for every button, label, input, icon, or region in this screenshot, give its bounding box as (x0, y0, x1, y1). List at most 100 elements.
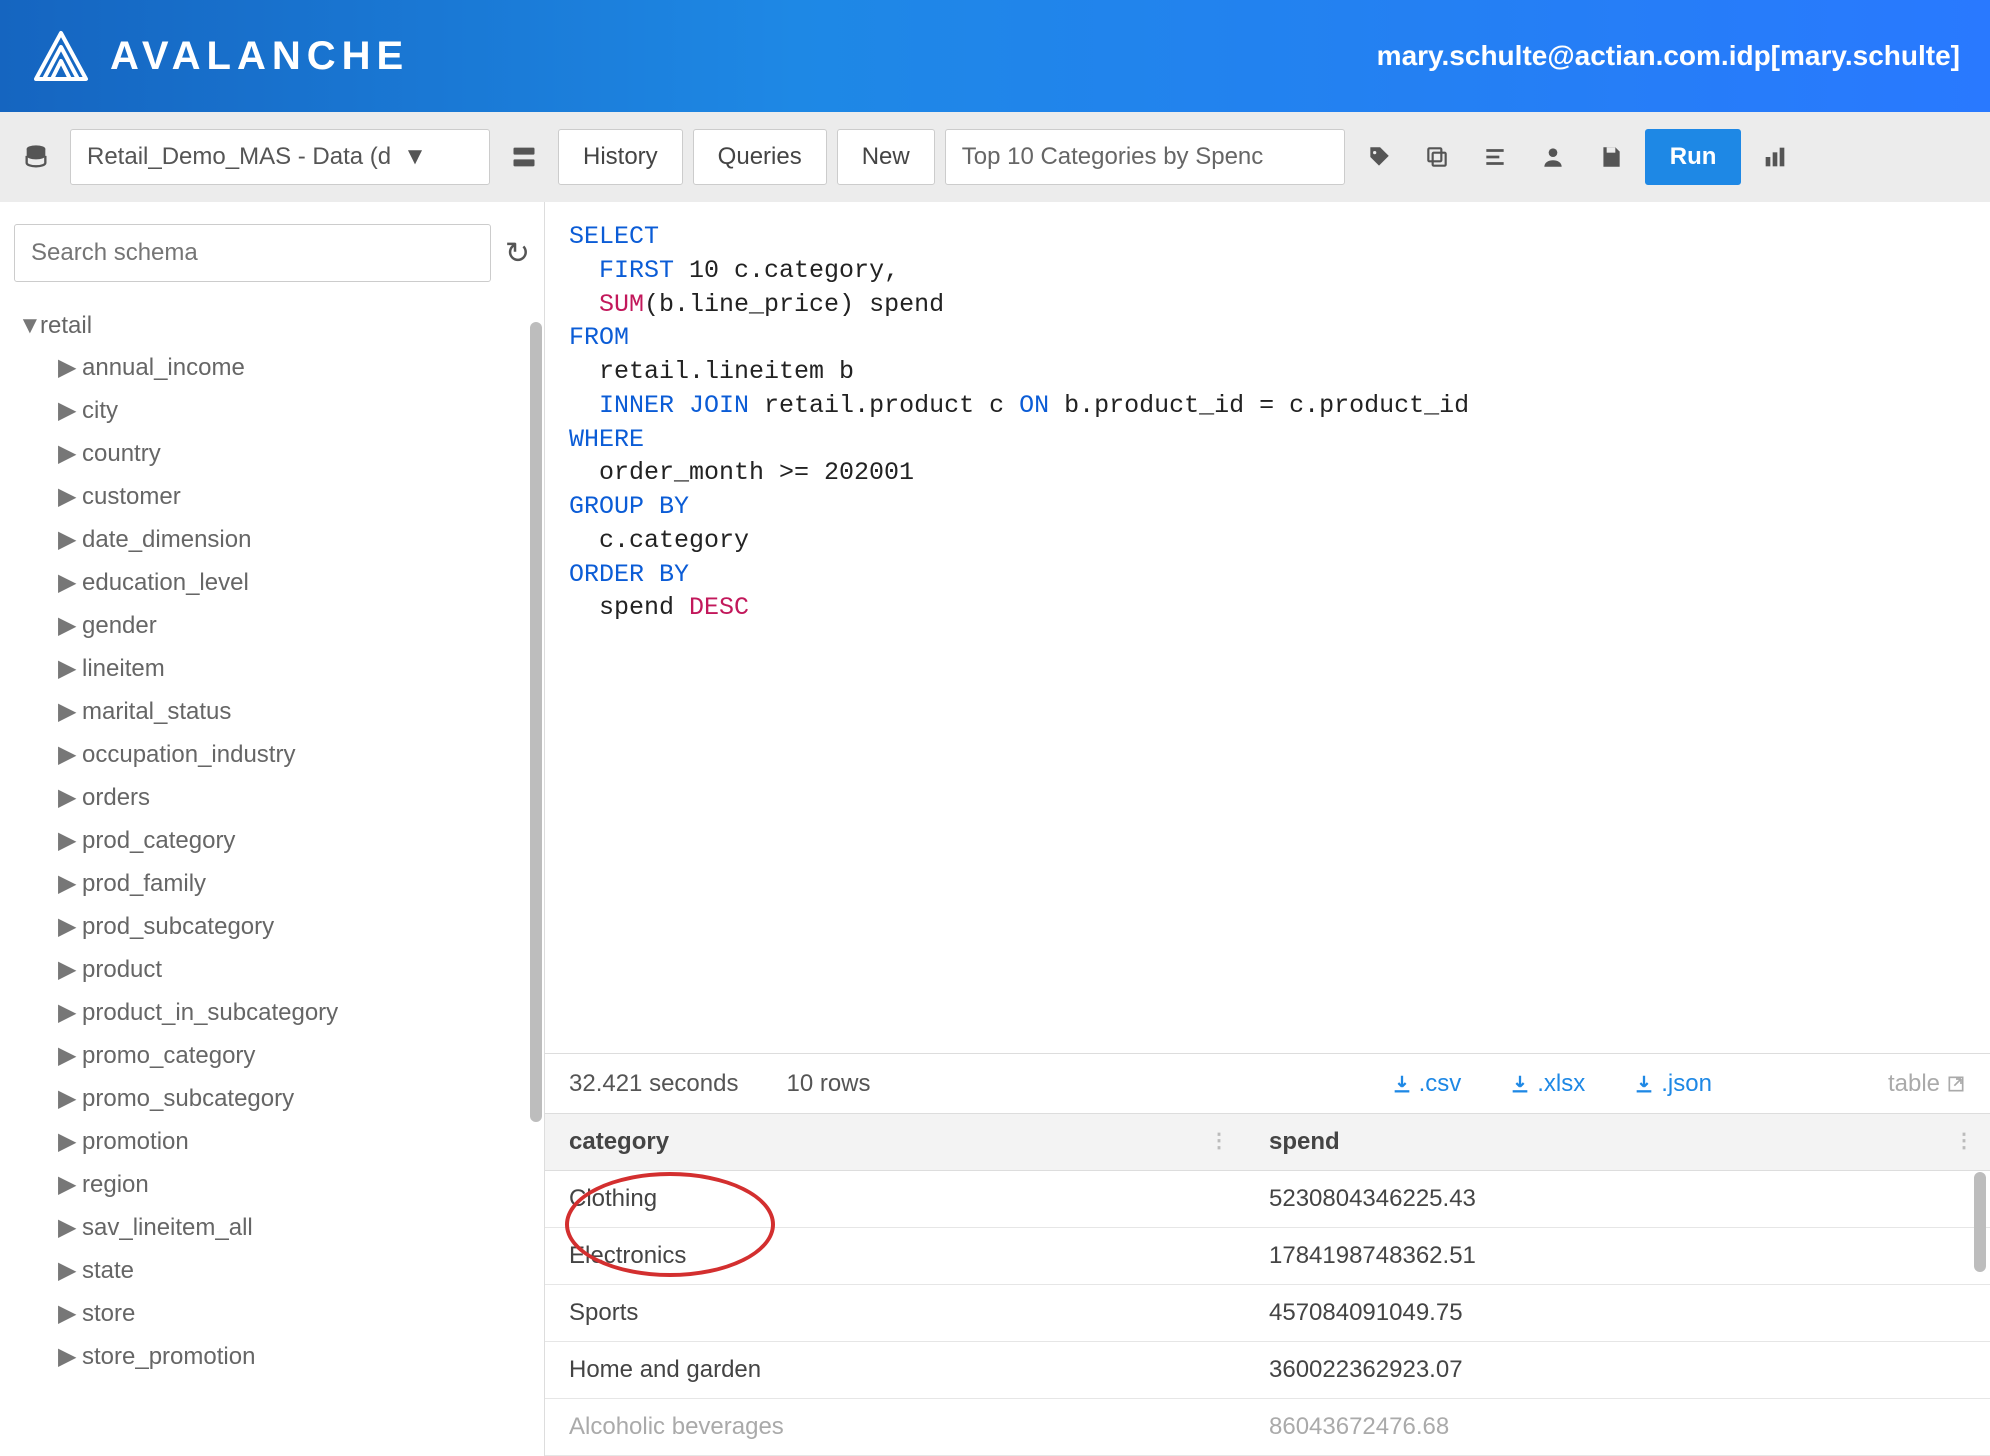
table-node[interactable]: ▶ gender (58, 604, 536, 647)
query-name-input[interactable] (945, 129, 1345, 185)
table-popout[interactable]: table (1888, 1070, 1966, 1098)
table-node[interactable]: ▶prod_category (58, 819, 536, 862)
caret-right-icon: ▶ (58, 1213, 72, 1242)
caret-right-icon: ▶ (58, 826, 72, 855)
results-table: category ⋮ spend ⋮ Clothing5230804346225… (545, 1113, 1990, 1456)
table-name: orders (82, 784, 150, 812)
schema-node[interactable]: ▼ retail (18, 312, 536, 340)
table-row[interactable]: Electronics1784198748362.51 (545, 1228, 1990, 1285)
table-node[interactable]: ▶city (58, 389, 536, 432)
table-node[interactable]: ▶education_level (58, 561, 536, 604)
schema-sidebar: ↻ ▼ retail ▶annual_income▶city▶country▶c… (0, 202, 545, 1456)
avalanche-logo-icon (30, 27, 92, 85)
table-name: date_dimension (82, 526, 251, 554)
queries-button[interactable]: Queries (693, 129, 827, 185)
connection-select-value: Retail_Demo_MAS - Data (d (87, 143, 391, 171)
table-node[interactable]: ▶ product (58, 948, 536, 991)
table-name: sav_lineitem_all (82, 1214, 253, 1242)
format-icon[interactable] (1471, 133, 1519, 181)
table-row[interactable]: Sports457084091049.75 (545, 1285, 1990, 1342)
table-node[interactable]: ▶state (58, 1249, 536, 1292)
cell-spend: 5230804346225.43 (1245, 1171, 1990, 1227)
column-menu-icon[interactable]: ⋮ (1954, 1128, 1974, 1153)
results-scrollbar[interactable] (1974, 1172, 1986, 1272)
caret-right-icon: ▶ (58, 955, 72, 984)
caret-right-icon: ▶ (58, 998, 72, 1027)
tag-icon[interactable] (1355, 133, 1403, 181)
caret-right-icon: ▶ (58, 1084, 72, 1113)
table-name: promo_subcategory (82, 1085, 294, 1113)
caret-right-icon: ▶ (58, 1342, 72, 1371)
connection-select[interactable]: Retail_Demo_MAS - Data (d ▼ (70, 129, 490, 185)
schema-tree: ▼ retail ▶annual_income▶city▶country▶cus… (0, 304, 544, 1386)
results-status-bar: 32.421 seconds 10 rows .csv .xlsx .json … (545, 1053, 1990, 1113)
table-node[interactable]: ▶ store_promotion (58, 1335, 536, 1378)
column-header-category[interactable]: category ⋮ (545, 1114, 1245, 1170)
table-name: lineitem (82, 655, 165, 683)
caret-right-icon: ▶ (58, 439, 72, 468)
sidebar-scrollbar[interactable] (530, 322, 542, 1122)
table-node[interactable]: ▶product_in_subcategory (58, 991, 536, 1034)
table-name: store_promotion (82, 1343, 255, 1371)
brand-text: AVALANCHE (110, 34, 409, 79)
download-json[interactable]: .json (1633, 1070, 1712, 1098)
table-node[interactable]: ▶store (58, 1292, 536, 1335)
app-header: AVALANCHE mary.schulte@actian.com.idp[ma… (0, 0, 1990, 112)
database-icon[interactable] (12, 133, 60, 181)
column-menu-icon[interactable]: ⋮ (1209, 1128, 1229, 1153)
toolbar: Retail_Demo_MAS - Data (d ▼ History Quer… (0, 112, 1990, 202)
caret-right-icon: ▶ (58, 1170, 72, 1199)
table-node[interactable]: ▶ promo_subcategory (58, 1077, 536, 1120)
server-icon[interactable] (500, 133, 548, 181)
table-node[interactable]: ▶ date_dimension (58, 518, 536, 561)
caret-right-icon: ▶ (58, 1299, 72, 1328)
column-header-spend[interactable]: spend ⋮ (1245, 1114, 1990, 1170)
download-csv[interactable]: .csv (1391, 1070, 1462, 1098)
cell-category: Clothing (545, 1171, 1245, 1227)
cell-spend: 1784198748362.51 (1245, 1228, 1990, 1284)
table-node[interactable]: ▶occupation_industry (58, 733, 536, 776)
table-node[interactable]: ▶country (58, 432, 536, 475)
caret-right-icon: ▶ (58, 396, 72, 425)
table-row[interactable]: Alcoholic beverages86043672476.68 (545, 1399, 1990, 1456)
cell-spend: 86043672476.68 (1245, 1399, 1990, 1455)
table-name: gender (82, 612, 157, 640)
schema-name: retail (40, 312, 92, 340)
table-node[interactable]: ▶promo_category (58, 1034, 536, 1077)
table-node[interactable]: ▶orders (58, 776, 536, 819)
history-button[interactable]: History (558, 129, 683, 185)
sql-editor[interactable]: SELECT FIRST 10 c.category, SUM(b.line_p… (545, 202, 1990, 1053)
download-xlsx[interactable]: .xlsx (1509, 1070, 1585, 1098)
table-row[interactable]: Clothing5230804346225.43 (545, 1171, 1990, 1228)
caret-right-icon: ▶ (58, 611, 72, 640)
table-row[interactable]: Home and garden360022362923.07 (545, 1342, 1990, 1399)
chart-icon[interactable] (1751, 133, 1799, 181)
cell-category: Sports (545, 1285, 1245, 1341)
table-node[interactable]: ▶ lineitem (58, 647, 536, 690)
user-icon[interactable] (1529, 133, 1577, 181)
table-node[interactable]: ▶annual_income (58, 346, 536, 389)
table-node[interactable]: ▶marital_status (58, 690, 536, 733)
save-icon[interactable] (1587, 133, 1635, 181)
table-node[interactable]: ▶ region (58, 1163, 536, 1206)
caret-right-icon: ▶ (58, 353, 72, 382)
refresh-icon[interactable]: ↻ (505, 236, 530, 271)
table-node[interactable]: ▶promotion (58, 1120, 536, 1163)
table-name: product (82, 956, 162, 984)
table-node[interactable]: ▶ sav_lineitem_all (58, 1206, 536, 1249)
table-node[interactable]: ▶customer (58, 475, 536, 518)
table-node[interactable]: ▶prod_subcategory (58, 905, 536, 948)
caret-right-icon: ▶ (58, 869, 72, 898)
table-name: region (82, 1171, 149, 1199)
search-schema-input[interactable] (14, 224, 491, 282)
copy-icon[interactable] (1413, 133, 1461, 181)
run-button[interactable]: Run (1645, 129, 1742, 185)
new-button[interactable]: New (837, 129, 935, 185)
caret-right-icon: ▶ (58, 654, 72, 683)
chevron-down-icon: ▼ (403, 143, 427, 171)
user-identity: mary.schulte@actian.com.idp[mary.schulte… (1377, 40, 1960, 72)
table-node[interactable]: ▶prod_family (58, 862, 536, 905)
caret-right-icon: ▶ (58, 525, 72, 554)
caret-right-icon: ▶ (58, 482, 72, 511)
cell-category: Alcoholic beverages (545, 1399, 1245, 1455)
